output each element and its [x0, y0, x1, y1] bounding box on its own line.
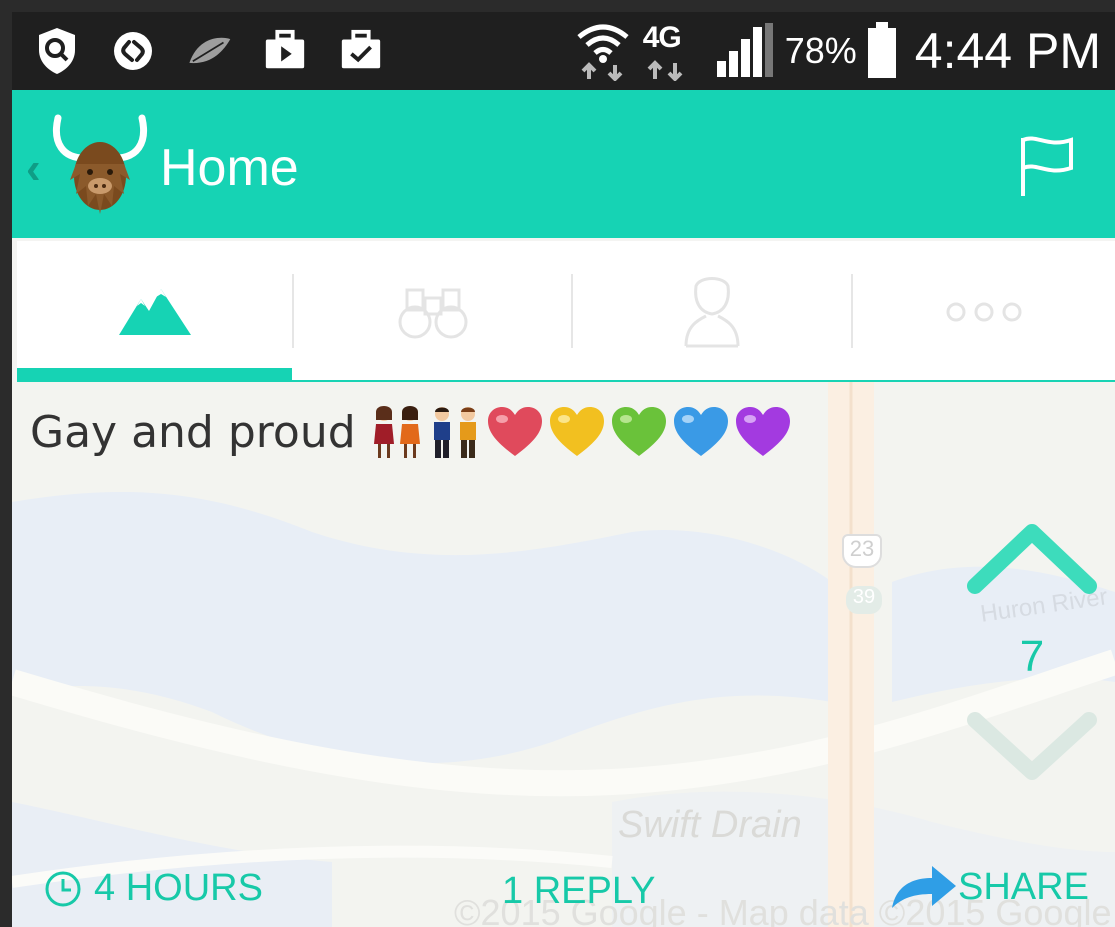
post-age-label: 4 HOURS: [94, 867, 263, 909]
post-text: Gay and proud: [30, 406, 356, 458]
page-title: Home: [160, 139, 299, 197]
highway-39-label: 39: [852, 586, 876, 608]
highway-23-label: 23: [849, 536, 875, 561]
two-men-holding-hands-emoji: [433, 407, 476, 458]
status-bar: 4G 78% 4:44 PM: [12, 12, 1115, 90]
map-background: 23 39 Huron River Swift Drain ©2015 Goog…: [12, 382, 1115, 927]
share-arrow-icon: [892, 866, 956, 908]
green-heart-emoji: [611, 407, 666, 456]
clock: 4:44 PM: [914, 23, 1101, 79]
upvote-chevron-icon[interactable]: [967, 520, 1097, 600]
two-women-holding-hands-emoji: [373, 406, 420, 458]
tab-profile[interactable]: [573, 241, 851, 382]
app-bar: ‹ Home: [12, 90, 1115, 238]
phone-screen: 4G 78% 4:44 PM ‹ Home 23 39 Huron River …: [12, 12, 1115, 927]
tab-bar: [17, 241, 1115, 382]
battery-icon: [867, 22, 897, 80]
downvote-chevron-icon[interactable]: [967, 706, 1097, 786]
red-heart-emoji: [487, 407, 542, 456]
post-message: Gay and proud: [30, 404, 792, 460]
clock-icon: [45, 871, 81, 906]
screenshot-frame: 4G 78% 4:44 PM ‹ Home 23 39 Huron River …: [0, 0, 1115, 927]
wifi-icon: [575, 21, 631, 82]
4g-lte-icon: 4G: [641, 21, 705, 81]
tab-explore[interactable]: [294, 241, 571, 382]
battery-percent: 78%: [784, 30, 857, 71]
video-briefcase-icon: [262, 28, 308, 74]
leaf-icon: [186, 28, 232, 74]
mountains-icon: [118, 288, 191, 335]
emoji-row: [370, 404, 792, 460]
vote-count: 7: [1019, 632, 1045, 681]
system-indicators: 4G 78% 4:44 PM: [575, 18, 1101, 84]
post-age: 4 HOURS: [44, 867, 263, 910]
shazam-icon: [110, 28, 156, 74]
profile-icon: [684, 276, 740, 347]
yellow-heart-emoji: [549, 407, 604, 456]
vote-controls: 7: [967, 520, 1097, 790]
map-canvas: [12, 382, 1115, 927]
highway-39-shield: 39: [846, 586, 882, 614]
binoculars-icon: [398, 288, 467, 338]
share-label: SHARE: [958, 865, 1089, 908]
tab-home[interactable]: [17, 241, 292, 382]
purple-heart-emoji: [735, 407, 790, 456]
share-button[interactable]: SHARE: [888, 862, 1089, 912]
drain-label: Swift Drain: [618, 804, 802, 846]
notification-icons: [34, 24, 384, 78]
yak-logo[interactable]: [50, 114, 150, 224]
active-tab-indicator: [17, 368, 292, 380]
tab-more[interactable]: [853, 241, 1115, 382]
check-briefcase-icon: [338, 28, 384, 74]
more-icon: [946, 302, 1022, 321]
blue-heart-emoji: [673, 407, 728, 456]
shield-search-icon: [34, 28, 80, 74]
highway-23-shield: 23: [842, 534, 882, 568]
signal-icon: [715, 23, 775, 79]
flag-icon[interactable]: [1017, 134, 1077, 198]
reply-count-link[interactable]: 1 REPLY: [502, 870, 655, 913]
back-chevron-icon[interactable]: ‹: [26, 144, 41, 194]
